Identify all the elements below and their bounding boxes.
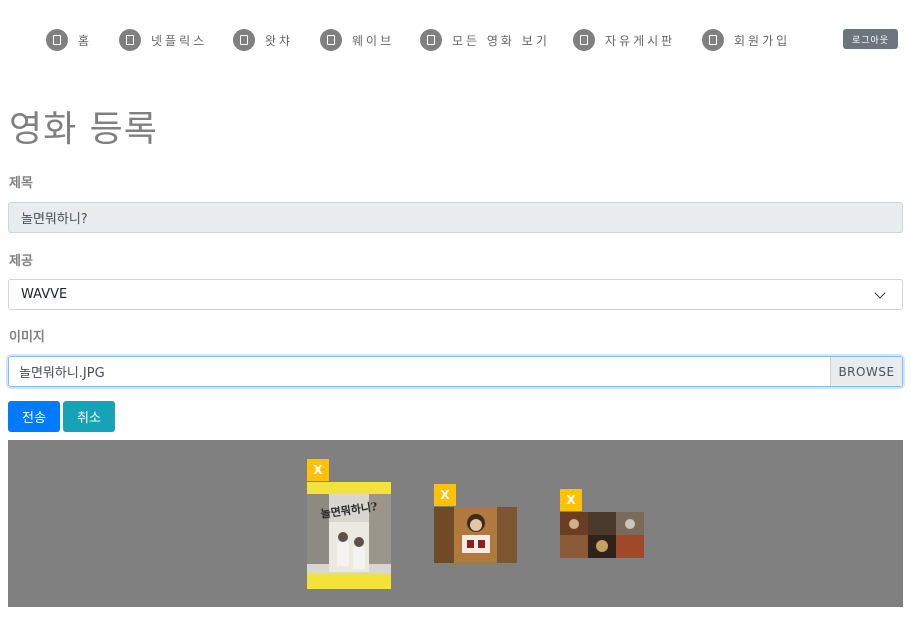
logout-button[interactable]: 로그아웃	[843, 29, 898, 49]
nav-item-board[interactable]: 자유게시판	[573, 28, 675, 52]
remove-image-button[interactable]: X	[434, 484, 456, 506]
nav-item-netflix[interactable]: 넷플릭스	[119, 28, 207, 52]
nav-home-icon	[46, 29, 68, 51]
nav-item-label: 넷플릭스	[151, 33, 208, 48]
provider-select-value: WAVVE	[21, 287, 68, 302]
provider-label: 제공	[9, 254, 33, 269]
image-preview-area: X 놀면뭐하니? X X	[8, 440, 903, 607]
nav-item-label: 회원가입	[734, 33, 791, 48]
image-file-name: 놀면뭐하니.JPG	[19, 366, 105, 381]
nav-board-icon	[573, 29, 595, 51]
collage-graphic	[560, 512, 644, 558]
nav-wavve-icon	[320, 29, 342, 51]
nav-item-watcha[interactable]: 왓챠	[233, 28, 293, 52]
provider-select[interactable]: WAVVE	[8, 279, 903, 310]
nav-watcha-icon	[233, 29, 255, 51]
nav-item-signup[interactable]: 회원가입	[702, 28, 790, 52]
image-file-input[interactable]: 놀면뭐하니.JPG BROWSE	[8, 356, 903, 387]
page-title: 영화 등록	[9, 109, 158, 150]
nav-item-label: 모든 영화 보기	[452, 33, 550, 48]
top-nav: 홈 넷플릭스 왓챠 웨이브 모든 영화 보기 자유게시판 회원가입 로그아웃	[0, 0, 911, 80]
still-graphic	[434, 507, 517, 563]
nav-item-label: 자유게시판	[605, 33, 676, 48]
submit-button[interactable]: 전송	[8, 401, 60, 432]
preview-collage-image	[560, 512, 644, 558]
nav-signup-icon	[702, 29, 724, 51]
chevron-down-icon	[874, 286, 886, 299]
nav-item-wavve[interactable]: 웨이브	[320, 28, 394, 52]
image-label: 이미지	[9, 330, 45, 345]
nav-item-home[interactable]: 홈	[46, 28, 92, 52]
browse-button[interactable]: BROWSE	[830, 357, 902, 386]
nav-item-label: 홈	[78, 33, 93, 48]
nav-all-movies-icon	[420, 29, 442, 51]
cancel-button[interactable]: 취소	[63, 401, 115, 432]
title-input-value: 놀면뭐하니?	[21, 212, 88, 227]
nav-netflix-icon	[119, 29, 141, 51]
preview-poster-image: 놀면뭐하니?	[307, 482, 391, 589]
remove-image-button[interactable]: X	[307, 459, 329, 481]
preview-still-image	[434, 507, 517, 563]
nav-item-label: 웨이브	[352, 33, 395, 48]
nav-item-all-movies[interactable]: 모든 영화 보기	[420, 28, 550, 52]
remove-image-button[interactable]: X	[560, 489, 582, 511]
title-input[interactable]: 놀면뭐하니?	[8, 202, 903, 233]
title-label: 제목	[9, 176, 33, 191]
nav-item-label: 왓챠	[265, 33, 294, 48]
